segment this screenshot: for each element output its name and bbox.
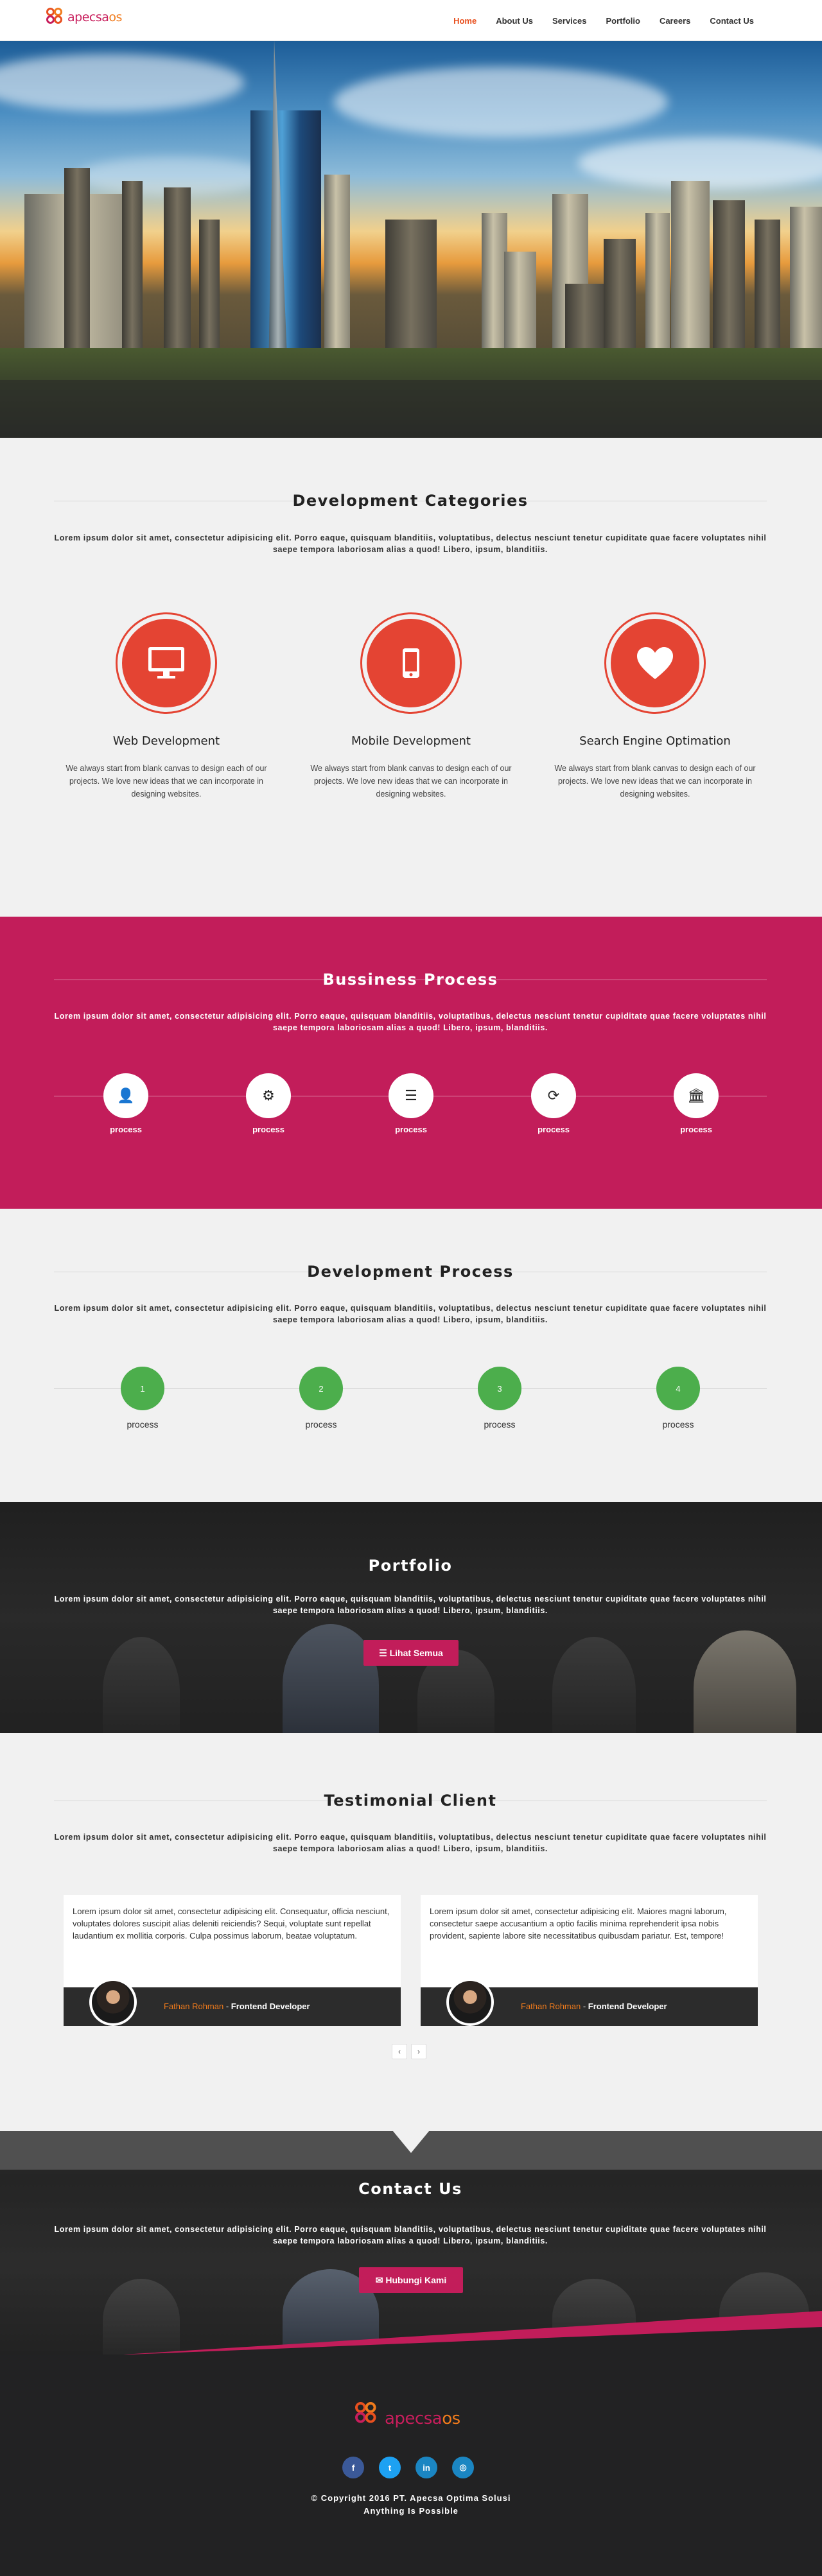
footer-logo[interactable]: apecsaos <box>355 2402 460 2432</box>
testimonial-footer: Fathan Rohman - Frontend Developer <box>64 1978 401 2026</box>
testimonial-text: Lorem ipsum dolor sit amet, consectetur … <box>430 1906 727 1941</box>
gear-icon[interactable]: ⚙ <box>246 1073 291 1118</box>
list-icon[interactable]: ☰ <box>389 1073 433 1118</box>
business-step-5: 🏛 process <box>658 1073 735 1134</box>
chevron-left-icon[interactable]: ‹ <box>392 2044 407 2059</box>
business-step-label: process <box>538 1125 570 1134</box>
brand-logo[interactable]: apecsaos <box>46 8 122 27</box>
category-description: We always start from blank canvas to des… <box>554 764 756 799</box>
testimonial-card: Lorem ipsum dolor sit amet, consectetur … <box>421 1895 758 2026</box>
social-links: f t in ◎ <box>342 2457 474 2478</box>
nav-about-us[interactable]: About Us <box>496 16 533 26</box>
business-step-label: process <box>252 1125 284 1134</box>
bank-icon[interactable]: 🏛 <box>674 1073 719 1118</box>
development-step-1: 1 process <box>104 1367 181 1430</box>
hero-cityscape-image <box>0 41 822 438</box>
portfolio-title: Portfolio <box>368 1557 453 1575</box>
category-title: Mobile Development <box>351 734 471 748</box>
monitor-icon <box>148 647 184 679</box>
development-step-2: 2 process <box>283 1367 360 1430</box>
category-mobile-development: Mobile Development We always start from … <box>302 612 520 800</box>
heart-icon <box>637 647 673 679</box>
testimonial-title: Testimonial Client <box>54 1792 767 1810</box>
testimonial-card: Lorem ipsum dolor sit amet, consectetur … <box>64 1895 401 2026</box>
step-number-badge[interactable]: 2 <box>299 1367 343 1410</box>
development-step-label: process <box>305 1419 337 1430</box>
category-mobile-ring <box>360 612 462 714</box>
nav-home[interactable]: Home <box>453 16 477 26</box>
contact-lead-text: Lorem ipsum dolor sit amet, consectetur … <box>54 2225 767 2245</box>
testimonial-author: Fathan Rohman - Frontend Developer <box>521 2001 667 2011</box>
mobile-icon <box>403 648 419 678</box>
business-step-label: process <box>680 1125 712 1134</box>
development-step-label: process <box>484 1419 516 1430</box>
business-step-1: 👤 process <box>87 1073 164 1134</box>
category-description: We always start from blank canvas to des… <box>66 764 267 799</box>
testimonial-author: Fathan Rohman - Frontend Developer <box>164 2001 310 2011</box>
facebook-icon[interactable]: f <box>342 2457 364 2478</box>
twitter-icon[interactable]: t <box>379 2457 401 2478</box>
development-process-section: Development Process Lorem ipsum dolor si… <box>0 1209 822 1502</box>
logo-text: apecsaos <box>67 10 122 24</box>
business-lead-text: Lorem ipsum dolor sit amet, consectetur … <box>54 1012 767 1032</box>
category-description: We always start from blank canvas to des… <box>310 764 512 799</box>
category-seo: Search Engine Optimation We always start… <box>546 612 764 800</box>
testimonial-footer: Fathan Rohman - Frontend Developer <box>421 1978 758 2026</box>
category-seo-ring <box>604 612 706 714</box>
footer: apecsaos f t in ◎ © Copyright 2016 PT. A… <box>0 2355 822 2576</box>
nav-contact-us[interactable]: Contact Us <box>710 16 754 26</box>
testimonial-lead-text: Lorem ipsum dolor sit amet, consectetur … <box>54 1833 767 1853</box>
categories-title: Development Categories <box>54 492 767 510</box>
nav-careers[interactable]: Careers <box>660 16 690 26</box>
avatar <box>446 1978 494 2026</box>
development-lead-text: Lorem ipsum dolor sit amet, consectetur … <box>54 1304 767 1324</box>
contact-section: Contact Us Lorem ipsum dolor sit amet, c… <box>0 2131 822 2355</box>
nav-services[interactable]: Services <box>552 16 587 26</box>
nav-portfolio[interactable]: Portfolio <box>606 16 640 26</box>
development-step-3: 3 process <box>461 1367 538 1430</box>
development-title: Development Process <box>54 1263 767 1281</box>
categories-lead-text: Lorem ipsum dolor sit amet, consectetur … <box>54 533 767 554</box>
testimonial-pager: ‹ › <box>392 2044 426 2059</box>
copyright-text: © Copyright 2016 PT. Apecsa Optima Solus… <box>311 2493 511 2516</box>
business-title: Bussiness Process <box>54 971 767 989</box>
section-arrow <box>393 2131 429 2153</box>
chevron-right-icon[interactable]: › <box>411 2044 426 2059</box>
step-number-badge[interactable]: 1 <box>121 1367 164 1410</box>
business-process-section: Bussiness Process Lorem ipsum dolor sit … <box>0 917 822 1209</box>
category-title: Web Development <box>112 734 220 748</box>
development-categories-section: Development Categories Lorem ipsum dolor… <box>0 438 822 917</box>
logo-mark-icon <box>355 2402 389 2435</box>
logo-mark-icon <box>46 8 66 27</box>
contact-title: Contact Us <box>358 2180 462 2198</box>
category-title: Search Engine Optimation <box>579 734 731 748</box>
business-step-label: process <box>395 1125 427 1134</box>
category-web-ring <box>116 612 217 714</box>
step-number-badge[interactable]: 3 <box>478 1367 521 1410</box>
portfolio-lead-text: Lorem ipsum dolor sit amet, consectetur … <box>54 1595 767 1615</box>
logo-text: apecsaos <box>385 2409 460 2428</box>
top-navbar: apecsaos Home About Us Services Portfoli… <box>0 0 822 41</box>
testimonial-section: Testimonial Client Lorem ipsum dolor sit… <box>0 1733 822 2131</box>
development-step-4: 4 process <box>640 1367 717 1430</box>
hubungi-kami-button[interactable]: ✉ Hubungi Kami <box>359 2267 463 2293</box>
business-step-2: ⚙ process <box>230 1073 307 1134</box>
linkedin-icon[interactable]: in <box>415 2457 437 2478</box>
development-step-label: process <box>127 1419 159 1430</box>
portfolio-section: Portfolio Lorem ipsum dolor sit amet, co… <box>0 1502 822 1733</box>
step-number-badge[interactable]: 4 <box>656 1367 700 1410</box>
avatar <box>89 1978 137 2026</box>
testimonial-text: Lorem ipsum dolor sit amet, consectetur … <box>73 1906 390 1941</box>
development-step-label: process <box>662 1419 694 1430</box>
business-step-4: ⟳ process <box>515 1073 592 1134</box>
user-icon[interactable]: 👤 <box>103 1073 148 1118</box>
category-web-development: Web Development We always start from bla… <box>57 612 275 800</box>
instagram-icon[interactable]: ◎ <box>452 2457 474 2478</box>
business-step-3: ☰ process <box>372 1073 450 1134</box>
business-step-label: process <box>110 1125 142 1134</box>
main-menu: Home About Us Services Portfolio Careers… <box>453 0 754 41</box>
refresh-icon[interactable]: ⟳ <box>531 1073 576 1118</box>
lihat-semua-button[interactable]: ☰ Lihat Semua <box>363 1640 459 1666</box>
